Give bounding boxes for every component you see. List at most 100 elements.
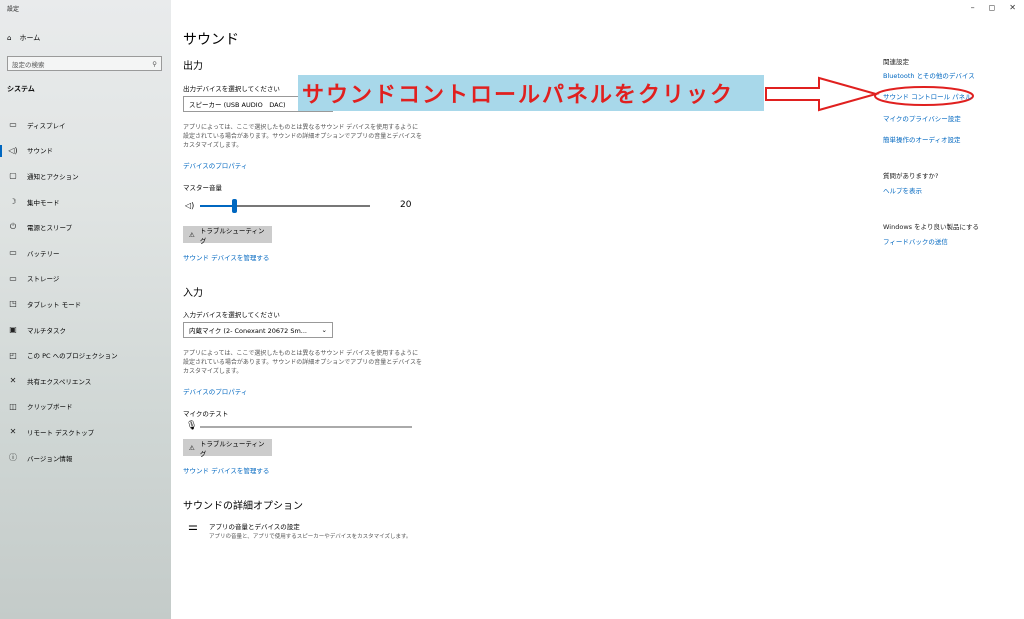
maximize-button[interactable]: ◻ — [989, 3, 996, 12]
improve-heading: Windows をより良い製品にする — [883, 223, 980, 231]
output-manage-link[interactable]: サウンド デバイスを管理する — [183, 252, 269, 262]
mic-test-label: マイクのテスト — [183, 410, 229, 418]
share-icon: ✕ — [9, 376, 17, 386]
output-troubleshoot-label: トラブルシューティング — [199, 226, 265, 245]
sidebar-item-label: この PC へのプロジェクション — [27, 352, 118, 361]
help-link[interactable]: ヘルプを表示 — [883, 185, 922, 195]
sidebar-item-label: マルチタスク — [27, 326, 66, 335]
output-device-value: スピーカー (USB AUDIO DAC) — [189, 101, 286, 109]
sidebar-item-label: ディスプレイ — [27, 121, 66, 130]
sidebar-item-label: 集中モード — [27, 198, 60, 207]
moon-icon: ☽ — [9, 197, 17, 207]
mic-level-bar — [200, 426, 412, 428]
input-device-dropdown[interactable]: 内蔵マイク (2- Conexant 20672 Sm... ⌄ — [183, 322, 333, 338]
sidebar-item[interactable]: ◰ この PC へのプロジェクション — [0, 342, 171, 368]
related-heading: 関連設定 — [883, 58, 909, 66]
mixer-icon: ⚌ — [188, 520, 198, 533]
warning-icon: ⚠ — [189, 230, 195, 239]
notification-icon: ▢ — [9, 171, 17, 181]
annotation-arrow — [765, 76, 880, 112]
sidebar-item-label: 共有エクスペリエンス — [27, 377, 92, 386]
sidebar-item[interactable]: ▭ ディスプレイ — [0, 112, 171, 138]
battery-icon: ▭ — [9, 248, 17, 258]
sidebar-item[interactable]: ▭ ストレージ — [0, 266, 171, 292]
sidebar-item[interactable]: ✕ リモート デスクトップ — [0, 419, 171, 445]
feedback-link[interactable]: フィードバックの送信 — [883, 236, 948, 246]
advanced-heading: サウンドの詳細オプション — [183, 501, 303, 512]
microphone-icon: 🎙 — [186, 421, 198, 431]
remote-icon: ✕ — [9, 427, 17, 437]
sidebar-item[interactable]: ◳ タブレット モード — [0, 291, 171, 317]
accessibility-audio-link[interactable]: 簡単操作のオーディオ設定 — [883, 134, 961, 144]
multitask-icon: ▣ — [9, 325, 17, 335]
sidebar: 設定 ⌂ ホーム 設定の検索 ⚲ システム ▭ ディスプレイ ◁) サウンド ▢ 通知とア… — [0, 0, 171, 619]
search-icon[interactable]: ⚲ — [152, 60, 157, 68]
sidebar-item[interactable]: ☽ 集中モード — [0, 189, 171, 215]
home-nav[interactable]: ⌂ ホーム — [7, 33, 40, 43]
sidebar-item[interactable]: ▣ マルチタスク — [0, 317, 171, 343]
question-heading: 質問がありますか? — [883, 172, 939, 180]
input-troubleshoot-button[interactable]: ⚠ トラブルシューティング — [183, 439, 272, 458]
warning-icon: ⚠ — [189, 443, 195, 452]
tablet-icon: ◳ — [9, 299, 17, 309]
speaker-icon: ◁) — [8, 145, 18, 155]
sidebar-item-label: 通知とアクション — [27, 172, 79, 181]
sidebar-item[interactable]: ▭ バッテリー — [0, 240, 171, 266]
sidebar-nav: ▭ ディスプレイ ◁) サウンド ▢ 通知とアクション ☽ 集中モード ⏻ 電源とスリープ ▭ バッテ… — [0, 112, 171, 470]
section-label: システム — [7, 85, 35, 93]
page-title: サウンド — [183, 32, 239, 48]
chevron-down-icon: ⌄ — [321, 326, 327, 334]
sidebar-item[interactable]: ◁) サウンド — [0, 138, 171, 164]
power-icon: ⏻ — [9, 222, 17, 232]
sound-control-panel-link[interactable]: サウンド コントロール パネル — [883, 91, 972, 101]
advanced-item-title[interactable]: アプリの音量とデバイスの設定 — [209, 521, 300, 531]
input-heading: 入力 — [183, 288, 203, 299]
annotation-text: サウンドコントロールパネルをクリック — [302, 83, 735, 108]
master-volume-label: マスター音量 — [183, 184, 222, 192]
home-label: ホーム — [19, 34, 41, 42]
monitor-icon: ▭ — [9, 120, 17, 130]
sidebar-item-label: リモート デスクトップ — [27, 428, 95, 437]
output-properties-link[interactable]: デバイスのプロパティ — [183, 160, 247, 170]
sidebar-item[interactable]: ✕ 共有エクスペリエンス — [0, 368, 171, 394]
output-troubleshoot-button[interactable]: ⚠ トラブルシューティング — [183, 226, 272, 245]
input-select-label: 入力デバイスを選択してください — [183, 311, 280, 319]
speaker-icon[interactable]: ◁) — [185, 201, 194, 210]
input-description: アプリによっては、ここで選択したものとは異なるサウンド デバイスを使用するように… — [183, 350, 423, 375]
output-heading: 出力 — [183, 61, 203, 72]
sidebar-item-label: 電源とスリープ — [27, 224, 73, 233]
sidebar-item[interactable]: ◫ クリップボード — [0, 394, 171, 420]
sidebar-item[interactable]: ▢ 通知とアクション — [0, 163, 171, 189]
info-icon: ⓘ — [9, 453, 17, 463]
home-icon: ⌂ — [7, 34, 12, 42]
annotation-banner: サウンドコントロールパネルをクリック — [298, 75, 764, 111]
volume-slider[interactable] — [200, 199, 370, 213]
sidebar-item-label: サウンド — [27, 147, 53, 156]
projection-icon: ◰ — [9, 350, 17, 360]
sidebar-item-label: バッテリー — [27, 249, 60, 258]
sidebar-item-label: バージョン情報 — [27, 454, 73, 463]
output-select-label: 出力デバイスを選択してください — [183, 85, 280, 93]
minimize-button[interactable]: – — [971, 3, 975, 12]
storage-icon: ▭ — [9, 273, 17, 283]
search-input[interactable]: 設定の検索 ⚲ — [7, 56, 162, 71]
sidebar-item-label: ストレージ — [27, 275, 60, 284]
volume-slider-thumb[interactable] — [232, 199, 237, 213]
output-description: アプリによっては、ここで選択したものとは異なるサウンド デバイスを使用するように… — [183, 124, 423, 149]
input-manage-link[interactable]: サウンド デバイスを管理する — [183, 465, 269, 475]
input-properties-link[interactable]: デバイスのプロパティ — [183, 386, 247, 396]
advanced-item-desc: アプリの音量と、アプリで使用するスピーカーやデバイスをカスタマイズします。 — [209, 534, 412, 540]
bluetooth-link[interactable]: Bluetooth とその他のデバイス — [883, 70, 975, 80]
search-placeholder: 設定の検索 — [12, 60, 45, 69]
close-button[interactable]: ✕ — [1009, 3, 1016, 12]
sidebar-item[interactable]: ⏻ 電源とスリープ — [0, 214, 171, 240]
sidebar-item-label: タブレット モード — [27, 300, 82, 309]
window-controls: – ◻ ✕ — [971, 3, 1016, 12]
input-troubleshoot-label: トラブルシューティング — [199, 439, 265, 458]
clipboard-icon: ◫ — [9, 401, 17, 411]
mic-privacy-link[interactable]: マイクのプライバシー設定 — [883, 113, 961, 123]
volume-slider-fill — [200, 205, 234, 207]
volume-value: 20 — [400, 200, 412, 210]
input-device-value: 内蔵マイク (2- Conexant 20672 Sm... — [189, 327, 308, 335]
sidebar-item[interactable]: ⓘ バージョン情報 — [0, 445, 171, 471]
